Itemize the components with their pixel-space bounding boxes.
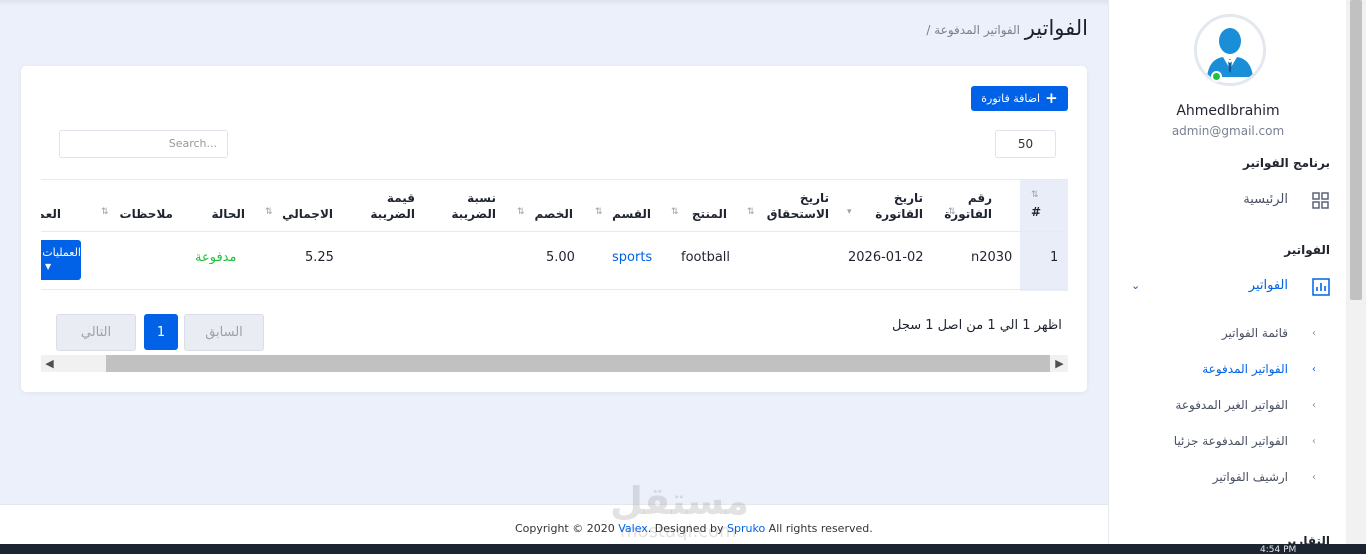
col-section[interactable]: القسم bbox=[601, 206, 651, 222]
breadcrumb[interactable]: / الفواتير المدفوعة bbox=[926, 23, 1020, 37]
cell-product: football bbox=[681, 250, 731, 265]
sort-icon: ⇅ bbox=[517, 207, 525, 217]
pagination-info: اظهر 1 الي 1 من اصل 1 سجل bbox=[892, 318, 1062, 333]
chevron-left-icon: ‹ bbox=[1312, 400, 1316, 411]
cell-invoice-number: n2030 bbox=[971, 250, 1013, 265]
search-input[interactable]: Search... bbox=[59, 130, 228, 158]
sidebar-item-home[interactable]: الرئيسية bbox=[1243, 192, 1288, 207]
sidebar-subitem-unpaid[interactable]: الفواتير الغير المدفوعة bbox=[1175, 398, 1288, 412]
sidebar-item-invoices[interactable]: الفواتير bbox=[1249, 278, 1288, 293]
scroll-right-icon[interactable]: ▶ bbox=[1051, 355, 1068, 372]
plus-icon: + bbox=[1045, 89, 1058, 107]
col-discount[interactable]: الخصم bbox=[521, 206, 573, 222]
cell-total: 5.25 bbox=[305, 250, 334, 265]
sidebar-subitem-list[interactable]: قائمة الفواتير bbox=[1222, 326, 1288, 340]
operations-dropdown-button[interactable]: العمليات ▼ bbox=[41, 240, 81, 280]
col-product[interactable]: المنتج bbox=[677, 206, 727, 222]
copyright-text: Copyright © 2020 Valex. Designed by Spru… bbox=[515, 522, 873, 535]
caret-down-icon: ▼ bbox=[45, 262, 52, 271]
col-tax-rate[interactable]: نسبة الضريبة bbox=[434, 190, 496, 222]
chevron-down-icon[interactable]: ⌄ bbox=[1131, 279, 1140, 292]
sort-down-icon: ▾ bbox=[847, 207, 852, 217]
col-notes[interactable]: ملاحظات bbox=[109, 206, 173, 222]
sort-icon: ⇅ bbox=[948, 207, 956, 217]
section-label-invoices: الفواتير bbox=[1284, 243, 1330, 257]
col-due-date[interactable]: تاريخ الاستحقاق bbox=[745, 190, 829, 222]
sidebar-subitem-partial[interactable]: الفواتير المدفوعة جزئيا bbox=[1174, 434, 1288, 448]
sort-icon: ⇅ bbox=[595, 207, 603, 217]
col-status[interactable]: الحالة bbox=[191, 206, 245, 222]
col-invoice-number[interactable]: رقم الفاتورة bbox=[944, 190, 992, 222]
sort-icon: ⇅ bbox=[747, 207, 755, 217]
add-invoice-label: اضافة فاتورة bbox=[981, 92, 1041, 105]
user-name: AhmedIbrahim bbox=[1176, 103, 1280, 119]
sidebar: AhmedIbrahim admin@gmail.com برنامج الفو… bbox=[1108, 0, 1346, 544]
horizontal-scrollbar[interactable]: ◀ ▶ bbox=[41, 355, 1068, 372]
sort-icon: ⇅ bbox=[1031, 190, 1039, 200]
main-content: الفواتير / الفواتير المدفوعة اضافة فاتور… bbox=[0, 0, 1108, 504]
user-icon bbox=[1197, 17, 1263, 83]
cell-index: 1 bbox=[1050, 250, 1059, 265]
dashboard-icon bbox=[1312, 192, 1329, 209]
scroll-left-icon[interactable]: ◀ bbox=[41, 355, 58, 372]
page-length-select[interactable]: 50 bbox=[995, 130, 1056, 158]
designer-link[interactable]: Spruko bbox=[727, 522, 765, 535]
copyright-mid: . Designed by bbox=[647, 522, 728, 535]
clock: 4:54 PM bbox=[1260, 545, 1297, 554]
copyright-suffix: All rights reserved. bbox=[765, 522, 873, 535]
sidebar-subitem-paid[interactable]: الفواتير المدفوعة bbox=[1202, 362, 1288, 376]
chevron-left-icon: ‹ bbox=[1312, 364, 1316, 375]
brand-link[interactable]: Valex bbox=[618, 522, 648, 535]
operations-label: العمليات bbox=[43, 246, 81, 259]
invoices-table: # ⇅ رقم الفاتورة ⇅ تاريخ القاتورة ▾ تاري… bbox=[41, 179, 1068, 291]
table-header: # ⇅ رقم الفاتورة ⇅ تاريخ القاتورة ▾ تاري… bbox=[41, 179, 1068, 232]
os-taskbar: 4:54 PM bbox=[0, 544, 1366, 554]
watermark-logo: مستقل bbox=[610, 479, 749, 523]
prev-page-button[interactable]: السابق bbox=[184, 314, 264, 351]
chevron-left-icon: ‹ bbox=[1312, 328, 1316, 339]
vertical-scrollbar-thumb[interactable] bbox=[1350, 0, 1362, 300]
add-invoice-button[interactable]: اضافة فاتورة + bbox=[971, 86, 1068, 111]
avatar[interactable] bbox=[1194, 14, 1266, 86]
sort-icon: ⇅ bbox=[671, 207, 679, 217]
col-index[interactable]: # bbox=[1031, 204, 1041, 220]
page-title: الفواتير bbox=[1024, 16, 1088, 40]
invoices-card: اضافة فاتورة + 50 Search... # ⇅ رقم الفا… bbox=[21, 66, 1087, 392]
section-label-main: برنامج الفواتير bbox=[1243, 156, 1330, 170]
chevron-left-icon: ‹ bbox=[1312, 436, 1316, 447]
header-shadow bbox=[0, 0, 1108, 6]
sort-icon: ⇅ bbox=[265, 207, 273, 217]
col-total[interactable]: الاجمالي bbox=[271, 206, 333, 222]
scrollbar-thumb[interactable] bbox=[106, 355, 1050, 372]
user-email: admin@gmail.com bbox=[1171, 124, 1285, 138]
copyright-prefix: Copyright © 2020 bbox=[515, 522, 619, 535]
cell-discount: 5.00 bbox=[546, 250, 575, 265]
online-status-dot bbox=[1211, 71, 1222, 82]
section-label-reports: التقارير bbox=[1284, 534, 1330, 544]
table-row: 1 n2030 2026-01-02 football sports 5.00 … bbox=[41, 232, 1068, 290]
next-page-button[interactable]: التالي bbox=[56, 314, 136, 351]
page-1-button[interactable]: 1 bbox=[144, 314, 178, 350]
footer: مستقل mostaql.com Copyright © 2020 Valex… bbox=[0, 479, 1108, 544]
cell-section-link[interactable]: sports bbox=[612, 250, 652, 265]
cell-invoice-date: 2026-01-02 bbox=[848, 250, 924, 265]
col-operations[interactable]: العمليات bbox=[41, 206, 61, 222]
col-tax-value[interactable]: قيمة الضريبة bbox=[351, 190, 415, 222]
chevron-left-icon: ‹ bbox=[1312, 472, 1316, 483]
vertical-scrollbar[interactable] bbox=[1346, 0, 1366, 544]
status-badge: مدفوعة bbox=[195, 250, 237, 265]
chart-icon bbox=[1312, 278, 1330, 296]
sidebar-subitem-archive[interactable]: ارشيف الفواتير bbox=[1213, 470, 1288, 484]
sort-icon: ⇅ bbox=[101, 207, 109, 217]
col-invoice-date[interactable]: تاريخ القاتورة bbox=[853, 190, 923, 222]
